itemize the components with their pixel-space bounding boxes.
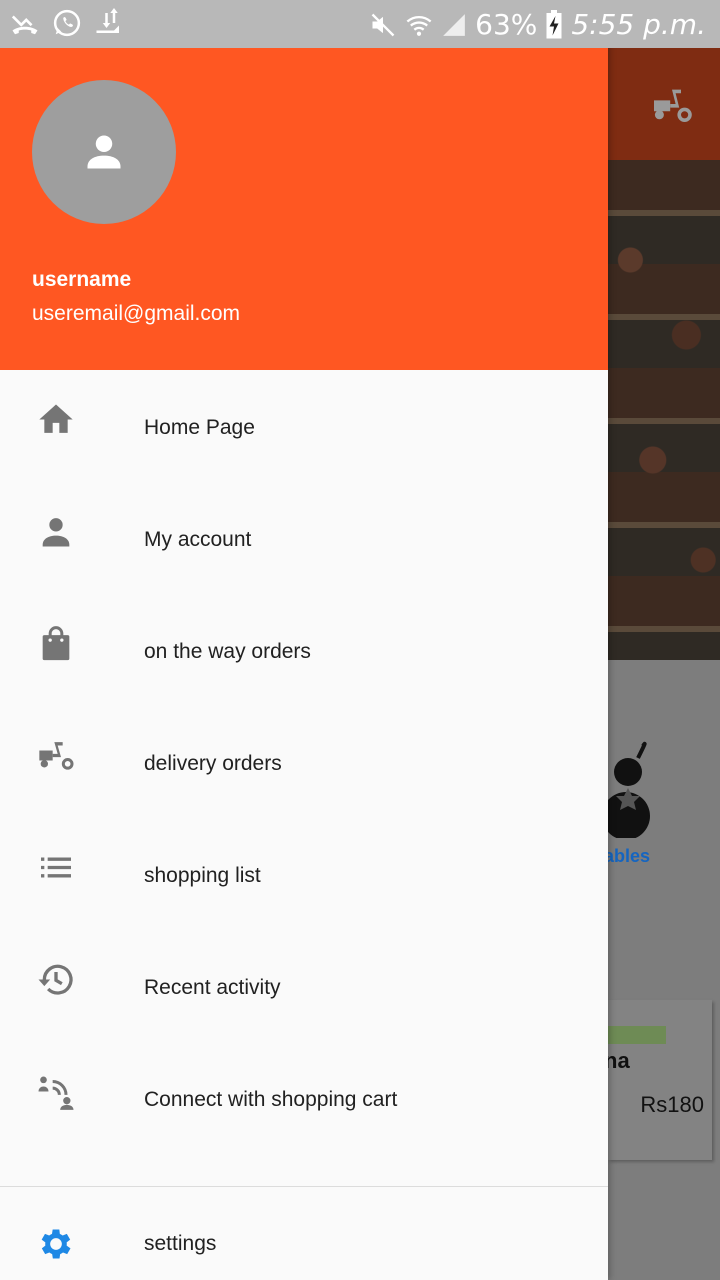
product-title: na	[608, 1048, 630, 1073]
banner-image	[608, 160, 720, 660]
menu-item-connect-shopping-cart[interactable]: Connect with shopping cart	[0, 1042, 608, 1154]
background-appbar	[608, 48, 720, 160]
battery-charging-icon	[545, 9, 563, 40]
gear-icon	[36, 1224, 76, 1269]
menu-item-label: Home Page	[144, 416, 255, 439]
clock: 5:55 p.m.	[571, 8, 706, 41]
shopping-bag-icon	[36, 624, 76, 669]
drawer-menu: Home Page My account on the way orders d…	[0, 370, 608, 1154]
menu-item-home[interactable]: Home Page	[0, 370, 608, 482]
menu-item-label: settings	[144, 1232, 217, 1255]
category-label: ables	[608, 846, 651, 866]
menu-item-delivery-orders[interactable]: delivery orders	[0, 706, 608, 818]
home-icon	[36, 400, 76, 445]
drawer-header: username useremail@gmail.com	[0, 48, 608, 370]
missed-call-icon	[10, 8, 40, 38]
person-icon	[87, 135, 121, 169]
list-icon	[36, 848, 76, 893]
menu-item-label: delivery orders	[144, 752, 282, 775]
whatsapp-icon	[52, 8, 82, 38]
mute-icon	[369, 11, 397, 39]
connect-cart-icon	[36, 1072, 76, 1117]
battery-percent: 63%	[475, 8, 538, 41]
product-image	[608, 1026, 666, 1044]
wifi-icon	[405, 11, 433, 39]
menu-item-label: My account	[144, 528, 252, 551]
product-card: na Rs180	[608, 1000, 712, 1160]
background-app: ables na Rs180	[608, 48, 720, 1280]
menu-item-on-the-way-orders[interactable]: on the way orders	[0, 594, 608, 706]
product-price: Rs180	[640, 1092, 704, 1117]
avatar[interactable]	[32, 80, 176, 224]
delivery-scooter-icon	[650, 86, 694, 127]
data-transfer-icon	[94, 8, 124, 38]
vegetables-icon	[608, 738, 658, 843]
menu-item-label: shopping list	[144, 864, 261, 887]
delivery-scooter-icon	[36, 736, 76, 781]
status-bar: 63% 5:55 p.m.	[0, 0, 720, 48]
history-icon	[36, 960, 76, 1005]
menu-item-my-account[interactable]: My account	[0, 482, 608, 594]
menu-item-label: on the way orders	[144, 640, 311, 663]
person-icon	[36, 512, 76, 557]
menu-item-shopping-list[interactable]: shopping list	[0, 818, 608, 930]
menu-divider	[0, 1186, 608, 1187]
signal-icon	[441, 12, 467, 38]
menu-item-label: Recent activity	[144, 976, 281, 999]
menu-item-label: Connect with shopping cart	[144, 1088, 398, 1111]
menu-item-settings[interactable]: settings	[0, 1202, 608, 1280]
user-email: useremail@gmail.com	[32, 302, 241, 325]
user-name: username	[32, 268, 132, 291]
navigation-drawer: username useremail@gmail.com Home Page M…	[0, 0, 608, 1280]
menu-item-recent-activity[interactable]: Recent activity	[0, 930, 608, 1042]
